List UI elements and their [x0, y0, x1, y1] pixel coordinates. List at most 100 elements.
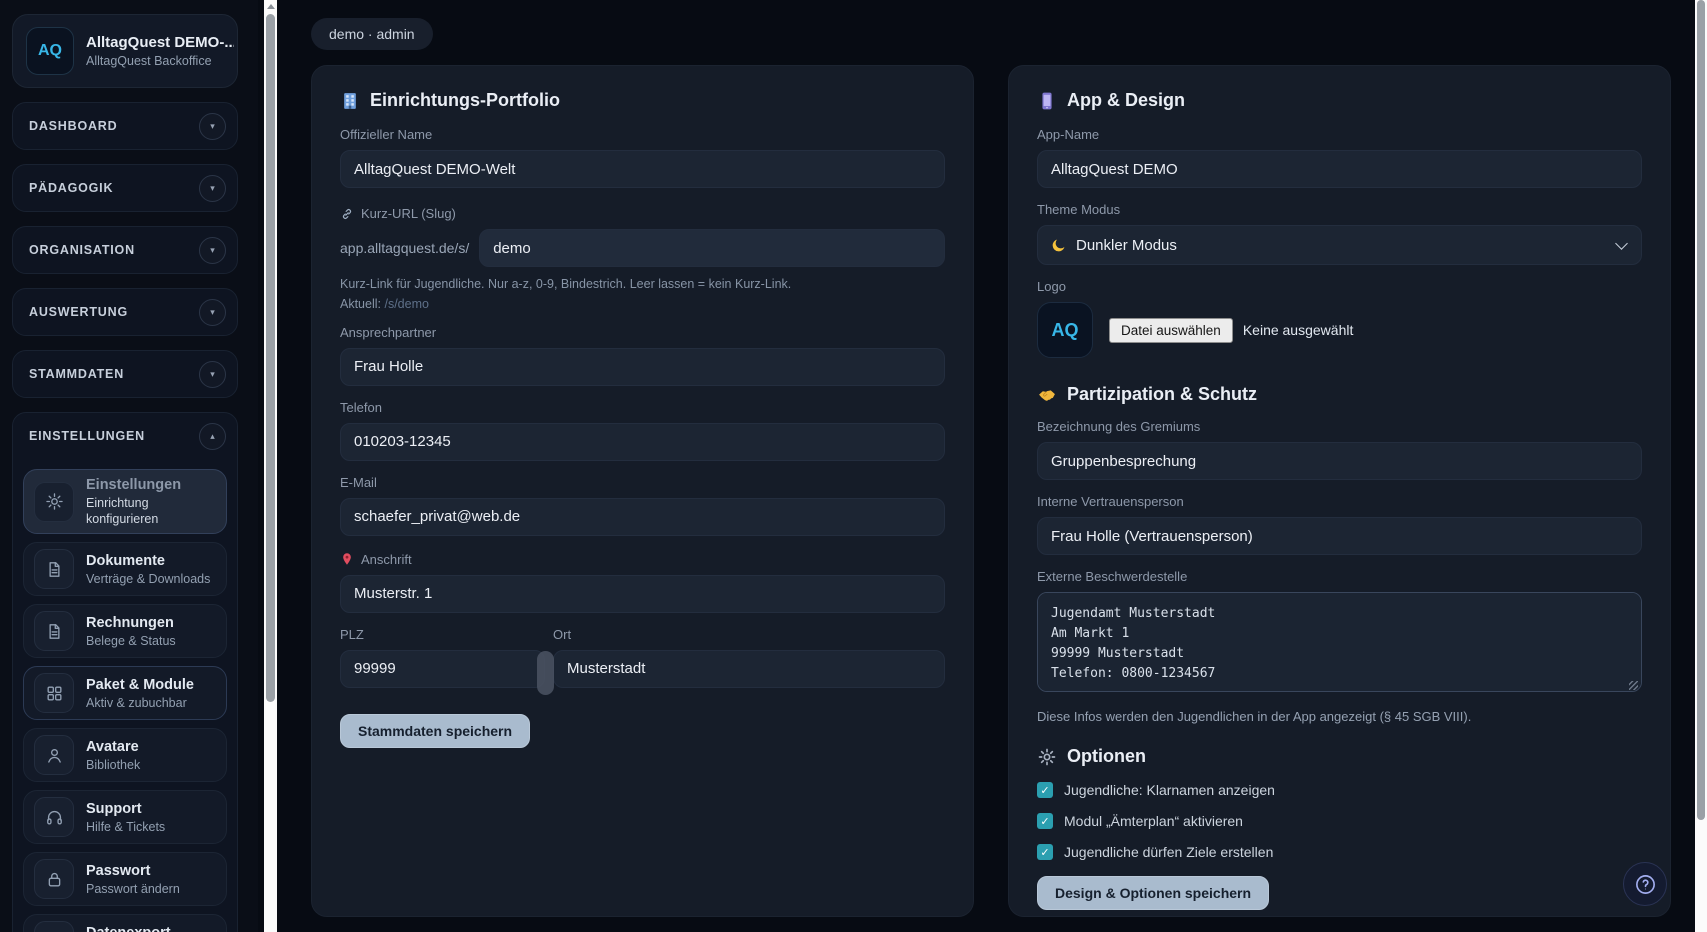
- lock-icon: [34, 859, 74, 899]
- checkbox-checked-icon[interactable]: ✓: [1037, 844, 1053, 860]
- sidebar-sub-list: Einstellungen Einrichtung konfigurieren …: [13, 459, 237, 932]
- sidebar-group-toggle[interactable]: ORGANISATION ▾: [13, 227, 237, 273]
- city-input[interactable]: [553, 650, 945, 688]
- slug-current-link[interactable]: /s/demo: [384, 297, 428, 311]
- sidebar-item-avatare[interactable]: Avatare Bibliothek: [23, 728, 227, 782]
- document-icon: [34, 549, 74, 589]
- complaints-textarea[interactable]: Jugendamt Musterstadt Am Markt 1 99999 M…: [1037, 592, 1642, 692]
- sidebar-group-label: AUSWERTUNG: [29, 305, 128, 319]
- chevron-down-icon: [1615, 237, 1628, 250]
- sidebar-group-toggle[interactable]: DASHBOARD ▾: [13, 103, 237, 149]
- participation-title: Partizipation & Schutz: [1067, 384, 1257, 405]
- column-resize-handle[interactable]: [537, 651, 554, 695]
- sidebar-group-toggle[interactable]: EINSTELLUNGEN ▴: [13, 413, 237, 459]
- slug-label: Kurz-URL (Slug): [340, 206, 945, 221]
- sidebar-item-rechnungen[interactable]: Rechnungen Belege & Status: [23, 604, 227, 658]
- sidebar-item-datenexport[interactable]: Datenexport DSGVO Art. 20: [23, 914, 227, 932]
- options-title: Optionen: [1067, 746, 1146, 767]
- official-name-input[interactable]: [340, 150, 945, 188]
- sidebar-group-label: STAMMDATEN: [29, 367, 124, 381]
- page-scrollbar-thumb[interactable]: [1697, 0, 1705, 820]
- logo-preview: AQ: [1037, 302, 1093, 358]
- slug-input[interactable]: [479, 229, 945, 267]
- chevron-down-icon[interactable]: ▾: [199, 175, 226, 202]
- sidebar-item-subtitle: Belege & Status: [86, 633, 176, 649]
- chevron-down-icon[interactable]: ▾: [199, 113, 226, 140]
- contact-input[interactable]: [340, 348, 945, 386]
- file-status-text: Keine ausgewählt: [1243, 322, 1354, 338]
- sidebar-group-organisation: ORGANISATION ▾: [12, 226, 238, 274]
- sidebar-group-label: PÄDAGOGIK: [29, 181, 113, 195]
- app-design-card: App & Design App-Name Theme Modus Dunkle…: [1008, 65, 1671, 917]
- sidebar-item-subtitle: Bibliothek: [86, 757, 140, 773]
- board-input[interactable]: [1037, 442, 1642, 480]
- phone-icon: [1037, 91, 1057, 111]
- sidebar-scrollbar-thumb[interactable]: [266, 14, 275, 702]
- option-row-0: ✓ Jugendliche: Klarnamen anzeigen: [1037, 782, 1642, 798]
- sidebar-group-toggle[interactable]: AUSWERTUNG ▾: [13, 289, 237, 335]
- sidebar-item-dokumente[interactable]: Dokumente Verträge & Downloads: [23, 542, 227, 596]
- main-content: demo · admin Einrichtungs-Portfolio Offi…: [277, 0, 1695, 932]
- sidebar-group-toggle[interactable]: STAMMDATEN ▾: [13, 351, 237, 397]
- options-heading: Optionen: [1037, 746, 1642, 767]
- pin-icon: [340, 552, 354, 566]
- sidebar-item-title: Passwort: [86, 862, 180, 881]
- gear-icon: [1037, 747, 1057, 767]
- moon-icon: [1051, 237, 1067, 253]
- app-brand[interactable]: AQ AlltagQuest DEMO-... AlltagQuest Back…: [12, 14, 238, 88]
- chevron-down-icon[interactable]: ▾: [199, 361, 226, 388]
- app-logo: AQ: [26, 27, 74, 75]
- link-icon: [340, 207, 354, 221]
- sidebar-item-paket-module[interactable]: Paket & Module Aktiv & zubuchbar: [23, 666, 227, 720]
- phone-input[interactable]: [340, 423, 945, 461]
- sidebar-scrollbar-track[interactable]: [264, 0, 277, 932]
- chevron-down-icon[interactable]: ▾: [199, 237, 226, 264]
- save-design-options-button[interactable]: Design & Optionen speichern: [1037, 876, 1269, 910]
- choose-file-button[interactable]: Datei auswählen: [1109, 318, 1233, 343]
- checkbox-checked-icon[interactable]: ✓: [1037, 813, 1053, 829]
- gear-icon: [34, 482, 74, 522]
- page-scrollbar-track[interactable]: [1695, 0, 1707, 932]
- sidebar-item-support[interactable]: Support Hilfe & Tickets: [23, 790, 227, 844]
- trust-person-input[interactable]: [1037, 517, 1642, 555]
- scroll-up-arrow-icon[interactable]: [267, 4, 275, 9]
- app-design-title: App & Design: [1067, 90, 1185, 111]
- logo-label: Logo: [1037, 279, 1642, 294]
- option-label: Jugendliche dürfen Ziele erstellen: [1064, 844, 1273, 860]
- sidebar-group-label: EINSTELLUNGEN: [29, 429, 145, 443]
- sidebar-group-einstellungen: EINSTELLUNGEN ▴ Einstellungen Einrichtun…: [12, 412, 238, 932]
- sidebar-item-subtitle: Hilfe & Tickets: [86, 819, 165, 835]
- portfolio-heading: Einrichtungs-Portfolio: [340, 90, 945, 111]
- sidebar-item-einstellungen[interactable]: Einstellungen Einrichtung konfigurieren: [23, 469, 227, 534]
- sidebar-item-passwort[interactable]: Passwort Passwort ändern: [23, 852, 227, 906]
- app-name-input[interactable]: [1037, 150, 1642, 188]
- address-input[interactable]: [340, 575, 945, 613]
- contact-label: Ansprechpartner: [340, 325, 945, 340]
- option-row-1: ✓ Modul „Ämterplan“ aktivieren: [1037, 813, 1642, 829]
- participation-heading: Partizipation & Schutz: [1037, 384, 1642, 405]
- chevron-down-icon[interactable]: ▾: [199, 299, 226, 326]
- sidebar-group-toggle[interactable]: PÄDAGOGIK ▾: [13, 165, 237, 211]
- sidebar-group-pädagogik: PÄDAGOGIK ▾: [12, 164, 238, 212]
- participation-hint: Diese Infos werden den Jugendlichen in d…: [1037, 709, 1642, 724]
- sidebar-group-stammdaten: STAMMDATEN ▾: [12, 350, 238, 398]
- sidebar-group-auswertung: AUSWERTUNG ▾: [12, 288, 238, 336]
- zip-input[interactable]: [340, 650, 545, 688]
- help-button[interactable]: [1623, 862, 1667, 906]
- sidebar-group-dashboard: DASHBOARD ▾: [12, 102, 238, 150]
- modules-icon: [34, 673, 74, 713]
- sidebar-nav: DASHBOARD ▾ PÄDAGOGIK ▾ ORGANISATION ▾ A…: [12, 102, 238, 932]
- phone-label: Telefon: [340, 400, 945, 415]
- chevron-up-icon[interactable]: ▴: [199, 423, 226, 450]
- sidebar-item-title: Einstellungen: [86, 476, 216, 495]
- app-subtitle: AlltagQuest Backoffice: [86, 54, 234, 68]
- email-label: E-Mail: [340, 475, 945, 490]
- app-name-label: App-Name: [1037, 127, 1642, 142]
- save-master-data-button[interactable]: Stammdaten speichern: [340, 714, 530, 748]
- checkbox-checked-icon[interactable]: ✓: [1037, 782, 1053, 798]
- sidebar-item-title: Support: [86, 800, 165, 819]
- email-input[interactable]: [340, 498, 945, 536]
- sidebar-item-subtitle: Verträge & Downloads: [86, 571, 210, 587]
- sidebar-item-subtitle: Aktiv & zubuchbar: [86, 695, 194, 711]
- theme-select[interactable]: Dunkler Modus: [1037, 225, 1642, 265]
